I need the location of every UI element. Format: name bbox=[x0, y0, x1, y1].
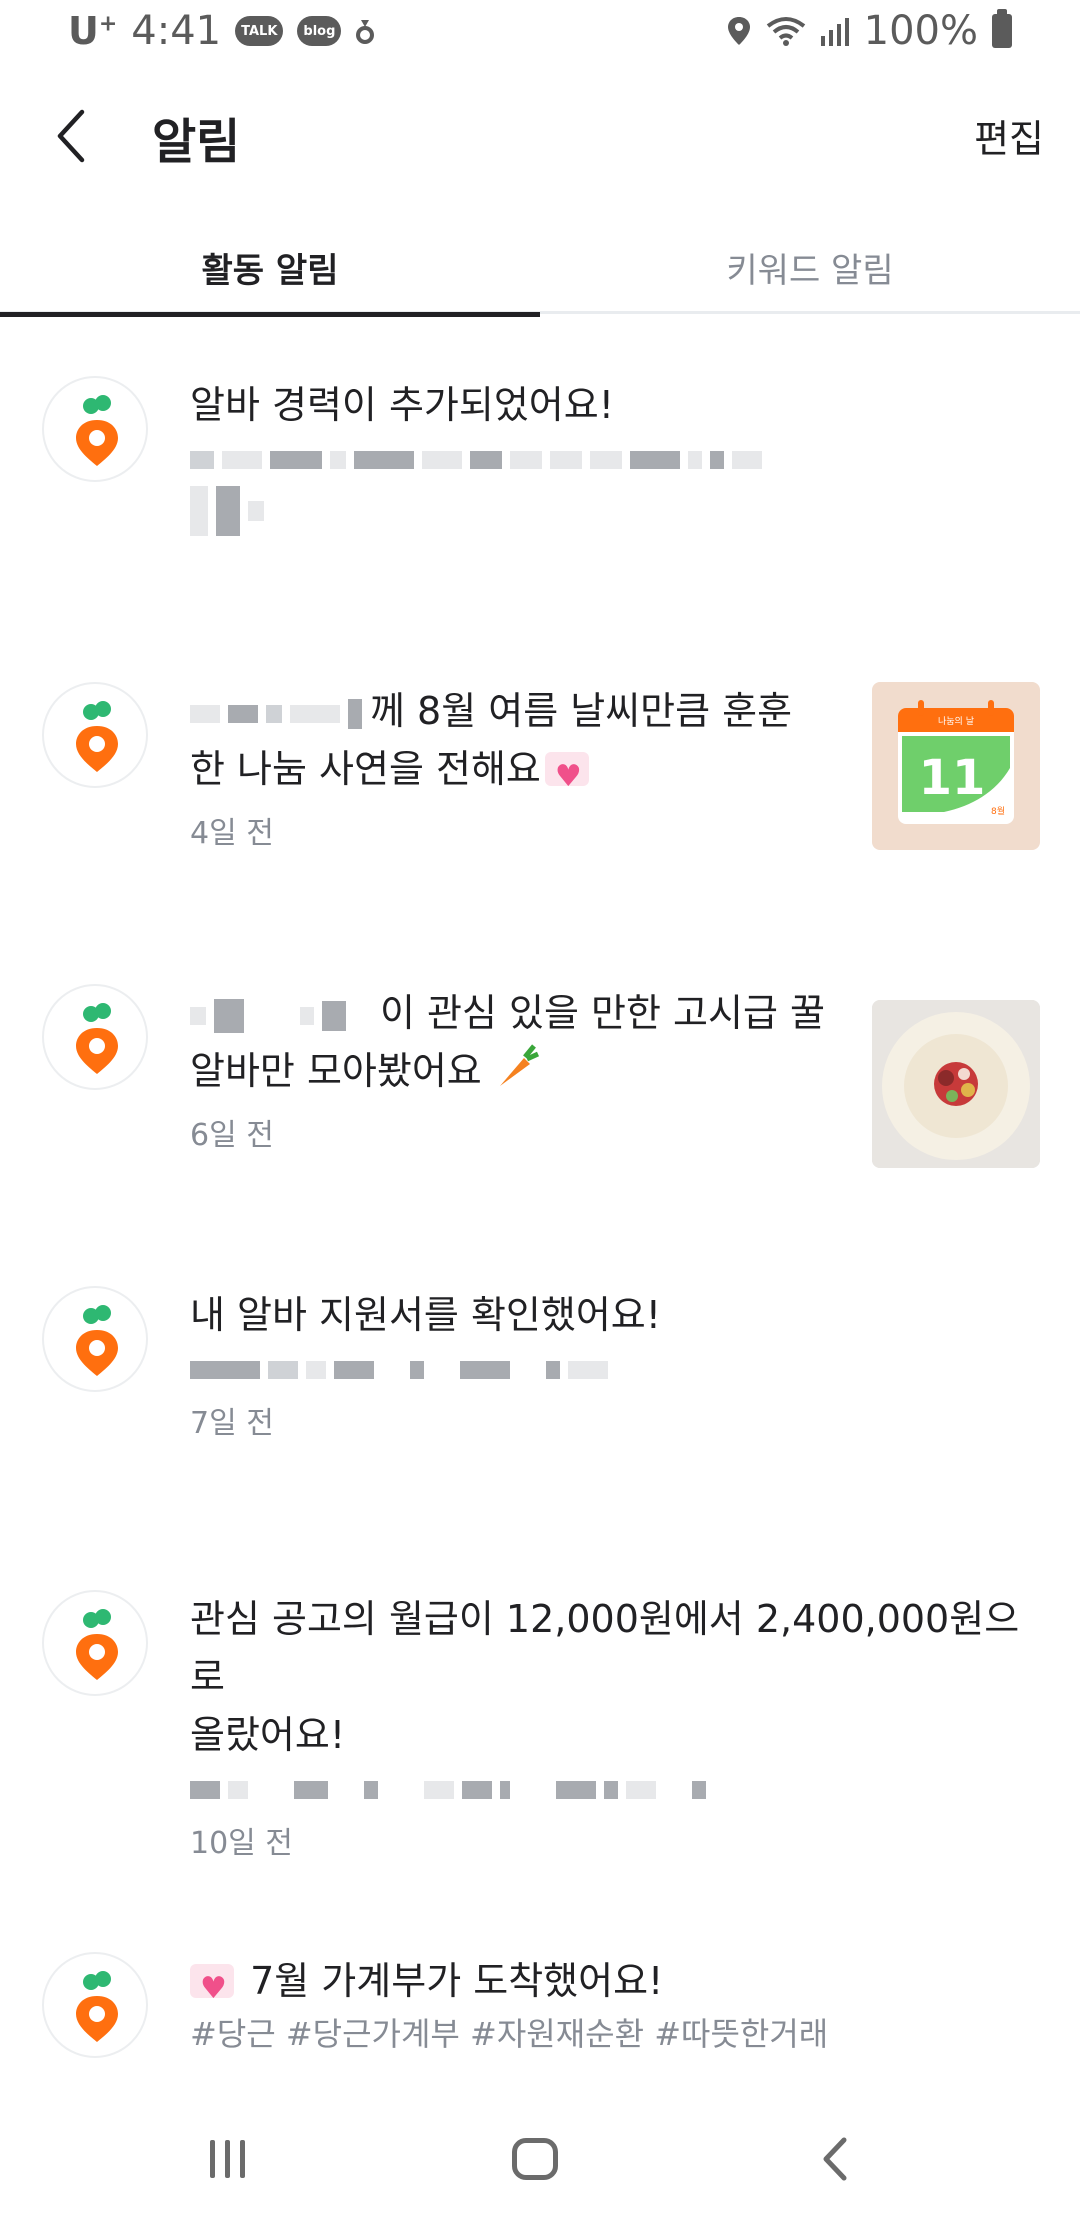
redacted-text bbox=[190, 482, 290, 540]
avatar bbox=[42, 1590, 148, 1696]
notification-item[interactable]: 내 알바 지원서를 확인했어요! 7일 전 bbox=[0, 1286, 1080, 1486]
calendar-corner-label: 8월 bbox=[991, 805, 1005, 817]
app-notification-icon bbox=[356, 20, 375, 44]
heart-letter-icon bbox=[544, 748, 589, 806]
notification-time: 6일 전 bbox=[190, 1118, 274, 1153]
back-arrow-icon[interactable] bbox=[48, 106, 98, 166]
daangn-carrot-icon bbox=[76, 1609, 118, 1680]
blog-notification-icon: blog bbox=[297, 16, 342, 46]
notification-item[interactable]: 알바 경력이 추가되었어요! bbox=[0, 376, 1080, 616]
wifi-icon bbox=[766, 17, 805, 46]
tab-activity-alerts[interactable]: 활동 알림 bbox=[0, 220, 540, 317]
heart-letter-icon bbox=[190, 1960, 234, 2018]
notification-message: 이 관심 있을 만한 고시급 꿀 알바만 모아봤어요 bbox=[190, 991, 825, 1093]
notification-message: 관심 공고의 월급이 12,000원에서 2,400,000원으로 올랐어요! bbox=[190, 1597, 1020, 1757]
notification-item[interactable]: 7월 가계부가 도착했어요! #당근 #당근가계부 #자원재순환 #따뜻한거래 bbox=[0, 1952, 1080, 2092]
redacted-text bbox=[190, 1772, 810, 1808]
notification-message: 7월 가계부가 도착했어요! bbox=[190, 1952, 828, 2018]
talk-notification-icon: TALK bbox=[235, 16, 284, 46]
notification-message: 께 8월 여름 날씨만큼 훈훈 한 나눔 사연을 전해요 bbox=[190, 682, 810, 806]
notification-item[interactable]: 께 8월 여름 날씨만큼 훈훈 한 나눔 사연을 전해요 4일 전 나눔의 날 … bbox=[0, 682, 1080, 882]
status-bar: U+ 4:41 TALK blog 100% bbox=[0, 0, 1080, 64]
home-icon[interactable] bbox=[512, 2138, 558, 2180]
daangn-carrot-icon bbox=[76, 701, 118, 772]
redacted-text bbox=[190, 1352, 670, 1388]
notification-thumbnail bbox=[872, 1000, 1040, 1168]
notification-item[interactable]: 관심 공고의 월급이 12,000원에서 2,400,000원으로 올랐어요! … bbox=[0, 1590, 1080, 1861]
battery-icon bbox=[992, 9, 1012, 48]
daangn-carrot-icon bbox=[76, 1003, 118, 1074]
location-icon bbox=[727, 17, 750, 45]
redacted-text bbox=[190, 996, 380, 1036]
avatar bbox=[42, 1286, 148, 1392]
carrier-label: U+ bbox=[68, 9, 118, 53]
notification-time: 10일 전 bbox=[190, 1826, 293, 1861]
daangn-carrot-icon bbox=[76, 1305, 118, 1376]
calendar-header-label: 나눔의 날 bbox=[938, 716, 974, 727]
tab-bar: 활동 알림 키워드 알림 bbox=[0, 220, 1080, 317]
battery-percent: 100% bbox=[863, 8, 978, 54]
edit-button[interactable]: 편집 bbox=[974, 108, 1044, 163]
clock: 4:41 bbox=[131, 8, 222, 54]
redacted-text bbox=[190, 698, 370, 729]
notification-message: 알바 경력이 추가되었어요! bbox=[190, 383, 614, 427]
signal-icon bbox=[820, 18, 849, 46]
notification-thumbnail: 나눔의 날 11 8월 bbox=[872, 682, 1040, 850]
daangn-carrot-icon bbox=[76, 1971, 118, 2042]
notification-item[interactable]: 이 관심 있을 만한 고시급 꿀 알바만 모아봤어요 6일 전 bbox=[0, 984, 1080, 1184]
tab-keyword-alerts[interactable]: 키워드 알림 bbox=[540, 220, 1080, 314]
page-title: 알림 bbox=[152, 114, 241, 170]
avatar bbox=[42, 376, 148, 482]
nav-back-icon[interactable] bbox=[820, 2136, 850, 2182]
notification-tags: #당근 #당근가계부 #자원재순환 #따뜻한거래 bbox=[190, 2015, 829, 2053]
redacted-text bbox=[190, 442, 970, 478]
notification-time: 7일 전 bbox=[190, 1406, 274, 1441]
calendar-day: 11 bbox=[919, 750, 986, 806]
carrot-emoji-icon bbox=[499, 1044, 539, 1086]
notification-message: 내 알바 지원서를 확인했어요! bbox=[190, 1293, 661, 1337]
recent-apps-icon[interactable] bbox=[210, 2140, 245, 2178]
avatar bbox=[42, 984, 148, 1090]
app-header: 알림 편집 bbox=[0, 64, 1080, 204]
avatar bbox=[42, 682, 148, 788]
system-nav-bar bbox=[0, 2100, 1080, 2220]
avatar bbox=[42, 1952, 148, 2058]
notification-time: 4일 전 bbox=[190, 816, 274, 851]
daangn-carrot-icon bbox=[76, 395, 118, 466]
